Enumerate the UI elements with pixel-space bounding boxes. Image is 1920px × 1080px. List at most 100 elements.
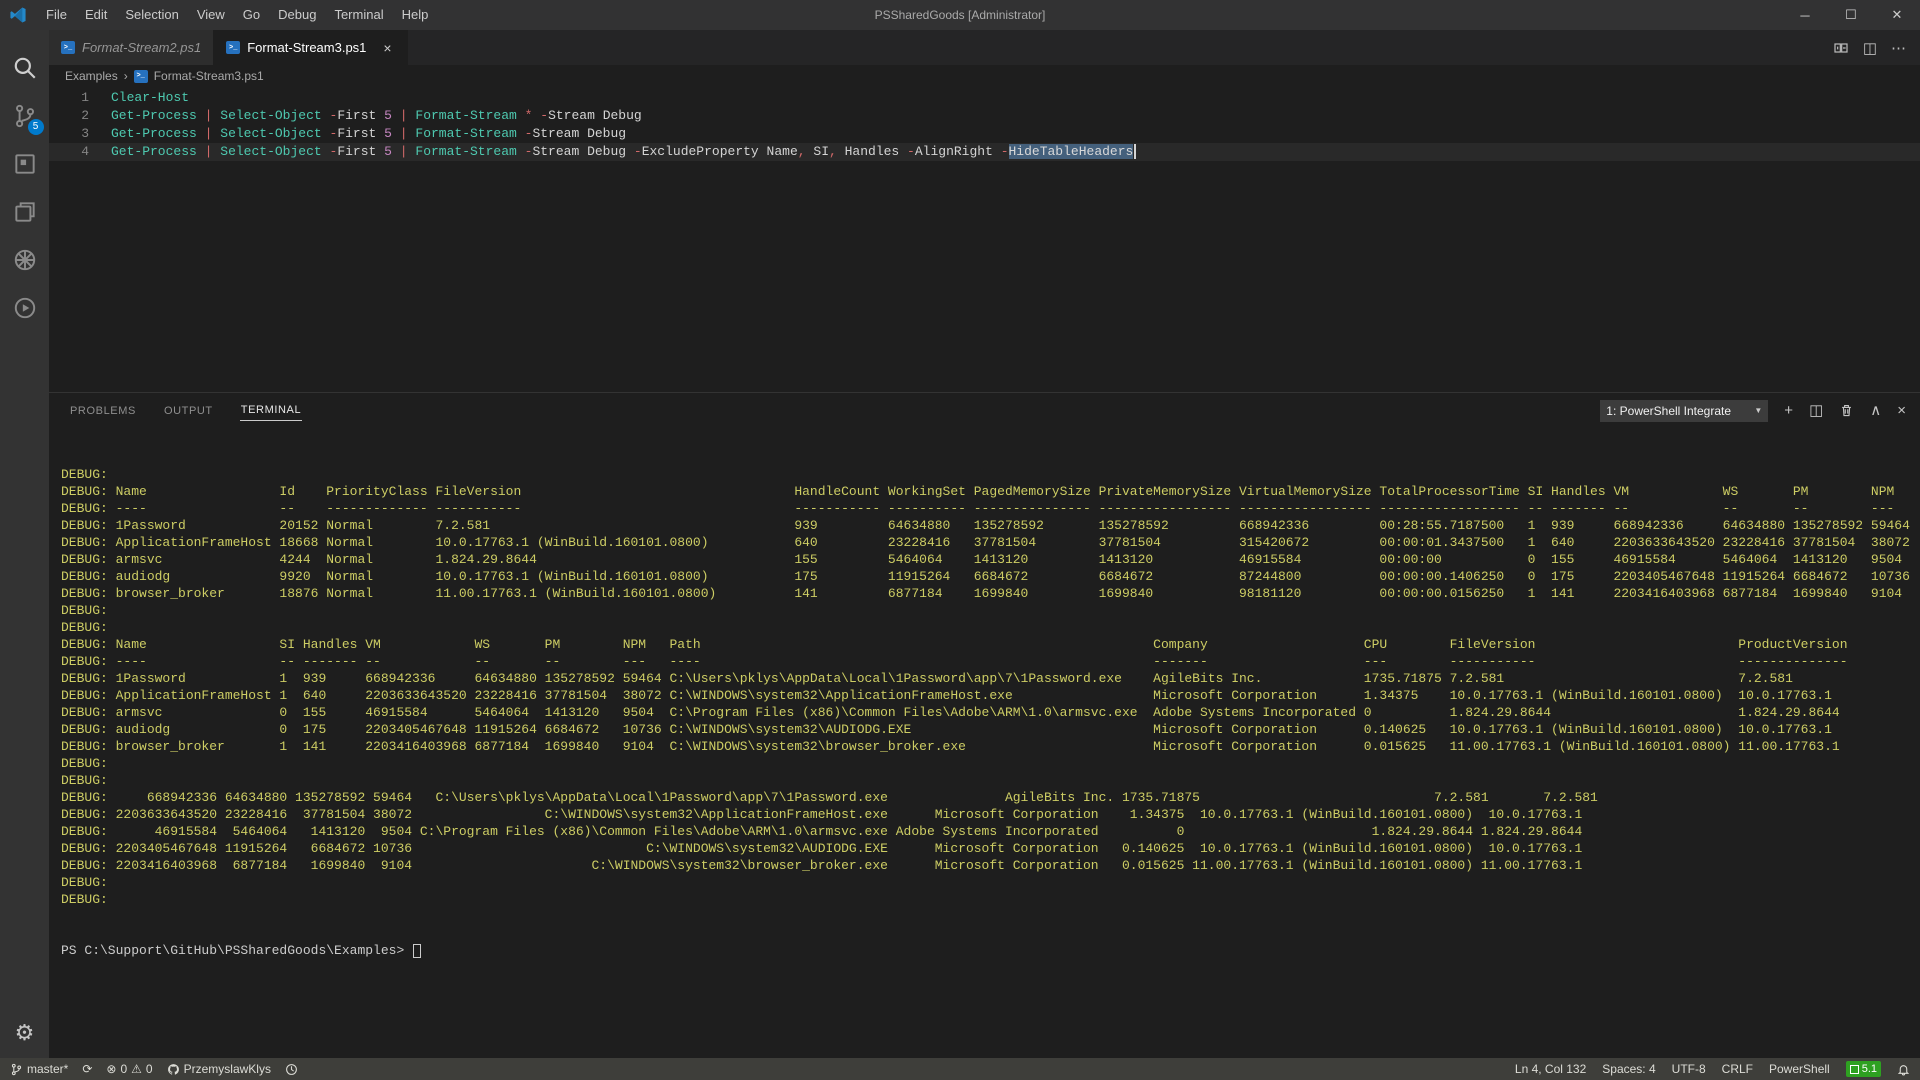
bottom-panel: PROBLEMS OUTPUT TERMINAL 1: PowerShell I… (49, 392, 1920, 1058)
tab-close-icon[interactable]: × (379, 40, 395, 56)
menu-selection[interactable]: Selection (116, 0, 187, 30)
github-icon (167, 1063, 180, 1076)
terminal-line: DEBUG: (61, 602, 1920, 619)
tab-problems[interactable]: PROBLEMS (69, 401, 137, 421)
menu-debug[interactable]: Debug (269, 0, 325, 30)
shell-selector-dropdown[interactable]: 1: PowerShell Integrate ▼ (1600, 400, 1768, 422)
shell-selector-value: 1: PowerShell Integrate (1606, 404, 1750, 418)
terminal-line: DEBUG: Name SI Handles VM WS PM NPM Path… (61, 636, 1920, 653)
menu-terminal[interactable]: Terminal (325, 0, 392, 30)
warning-icon: ⚠ (131, 1062, 142, 1076)
menu-go[interactable]: Go (234, 0, 269, 30)
powershell-file-icon: >_ (226, 41, 240, 54)
editor-cursor (1134, 144, 1136, 159)
split-terminal-icon[interactable]: ◫ (1809, 403, 1823, 418)
code-line[interactable]: 2Get-Process | Select-Object -First 5 | … (49, 107, 1920, 125)
breadcrumb-folder[interactable]: Examples (65, 69, 118, 83)
terminal-line: DEBUG: audiodg 0 175 2203405467648 11915… (61, 721, 1920, 738)
terminal-line: DEBUG: (61, 772, 1920, 789)
menu-view[interactable]: View (188, 0, 234, 30)
new-terminal-icon[interactable]: + (1784, 403, 1793, 418)
terminal-line: DEBUG: ---- -- ------- -- -- -- --- ----… (61, 653, 1920, 670)
terminal-cursor (413, 944, 421, 958)
clock-icon[interactable] (285, 1063, 298, 1076)
code-line[interactable]: 1Clear-Host (49, 89, 1920, 107)
menu-file[interactable]: File (37, 0, 76, 30)
tab-output[interactable]: OUTPUT (163, 401, 214, 421)
terminal-line: DEBUG: (61, 755, 1920, 772)
tab-label: Format-Stream2.ps1 (82, 40, 201, 55)
terminal-line: DEBUG: (61, 619, 1920, 636)
error-icon: ⊗ (106, 1062, 116, 1076)
terminal-prompt: PS C:\Support\GitHub\PSSharedGoods\Examp… (61, 942, 1920, 959)
source-control-icon[interactable]: 5 (1, 92, 49, 140)
terminal-line: DEBUG: 668942336 64634880 135278592 5946… (61, 789, 1920, 806)
tab-format-stream2[interactable]: >_ Format-Stream2.ps1 (49, 30, 214, 65)
close-icon[interactable]: ✕ (1874, 0, 1920, 30)
terminal-line: DEBUG: (61, 466, 1920, 483)
maximize-panel-icon[interactable]: ∧ (1870, 403, 1881, 418)
open-changes-icon[interactable] (1833, 40, 1849, 56)
run-circle-icon[interactable] (1, 284, 49, 332)
git-branch-status[interactable]: master* (10, 1062, 68, 1076)
terminal-line: DEBUG: 1Password 20152 Normal 7.2.581 93… (61, 517, 1920, 534)
settings-gear-icon[interactable]: ⚙ (15, 1020, 35, 1046)
terminal-output[interactable]: DEBUG:DEBUG: Name Id PriorityClass FileV… (49, 428, 1920, 1058)
git-branch-icon (10, 1063, 23, 1076)
terminal-line: DEBUG: Name Id PriorityClass FileVersion… (61, 483, 1920, 500)
terminal-line: DEBUG: (61, 874, 1920, 891)
terminal-line: DEBUG: browser_broker 1 141 220341640396… (61, 738, 1920, 755)
more-actions-icon[interactable]: ⋯ (1891, 39, 1906, 57)
menu-edit[interactable]: Edit (76, 0, 116, 30)
activity-bar: 5 ⚙ (0, 30, 49, 1058)
line-number: 1 (49, 89, 111, 107)
tab-bar: >_ Format-Stream2.ps1 >_ Format-Stream3.… (49, 30, 1920, 65)
tab-format-stream3[interactable]: >_ Format-Stream3.ps1 × (214, 30, 408, 65)
indentation-status[interactable]: Spaces: 4 (1602, 1062, 1655, 1076)
search-icon[interactable] (1, 44, 49, 92)
terminal-line: DEBUG: armsvc 0 155 46915584 5464064 141… (61, 704, 1920, 721)
code-line[interactable]: 3Get-Process | Select-Object -First 5 | … (49, 125, 1920, 143)
chevron-down-icon: ▼ (1754, 406, 1762, 415)
panel-header: PROBLEMS OUTPUT TERMINAL 1: PowerShell I… (49, 393, 1920, 428)
terminal-line: DEBUG: ---- -- ------------- -----------… (61, 500, 1920, 517)
menu-help[interactable]: Help (393, 0, 438, 30)
terminal-line: DEBUG: audiodg 9920 Normal 10.0.17763.1 … (61, 568, 1920, 585)
github-account[interactable]: PrzemyslawKlys (167, 1062, 271, 1076)
terminal-line: DEBUG: 1Password 1 939 668942336 6463488… (61, 670, 1920, 687)
source-control-badge: 5 (28, 119, 44, 135)
code-line[interactable]: 4Get-Process | Select-Object -First 5 | … (49, 143, 1920, 161)
minimize-icon[interactable]: ─ (1782, 0, 1828, 30)
analyzer-wheel-icon[interactable] (1, 236, 49, 284)
powershell-version-badge[interactable]: 5.1 (1846, 1061, 1881, 1077)
close-panel-icon[interactable]: × (1897, 403, 1906, 418)
cursor-position-status[interactable]: Ln 4, Col 132 (1515, 1062, 1586, 1076)
terminal-line: DEBUG: 2203405467648 11915264 6684672 10… (61, 840, 1920, 857)
sync-icon[interactable]: ⟳ (82, 1062, 92, 1076)
extension-icon[interactable] (1, 140, 49, 188)
eol-status[interactable]: CRLF (1722, 1062, 1753, 1076)
code-editor[interactable]: 1Clear-Host2Get-Process | Select-Object … (49, 87, 1920, 392)
maximize-icon[interactable]: ☐ (1828, 0, 1874, 30)
kill-terminal-trash-icon[interactable] (1839, 403, 1854, 418)
terminal-line: DEBUG: browser_broker 18876 Normal 11.00… (61, 585, 1920, 602)
breadcrumb-file[interactable]: Format-Stream3.ps1 (154, 69, 264, 83)
status-bar: master* ⟳ ⊗ 0 ⚠ 0 PrzemyslawKlys Ln 4, C… (0, 1058, 1920, 1080)
terminal-line: DEBUG: 2203633643520 23228416 37781504 3… (61, 806, 1920, 823)
split-editor-icon[interactable]: ◫ (1863, 39, 1877, 57)
language-mode-status[interactable]: PowerShell (1769, 1062, 1830, 1076)
files-icon[interactable] (1, 188, 49, 236)
terminal-line: DEBUG: ApplicationFrameHost 1 640 220363… (61, 687, 1920, 704)
problems-status[interactable]: ⊗ 0 ⚠ 0 (106, 1062, 152, 1076)
tab-terminal[interactable]: TERMINAL (240, 400, 302, 421)
powershell-file-icon: >_ (61, 41, 75, 54)
encoding-status[interactable]: UTF-8 (1672, 1062, 1706, 1076)
notifications-bell-icon[interactable] (1897, 1063, 1910, 1076)
chevron-right-icon: › (124, 69, 128, 83)
terminal-line: DEBUG: 2203416403968 6877184 1699840 910… (61, 857, 1920, 874)
terminal-line: DEBUG: armsvc 4244 Normal 1.824.29.8644 … (61, 551, 1920, 568)
tab-label: Format-Stream3.ps1 (247, 40, 366, 55)
breadcrumb[interactable]: Examples › >_ Format-Stream3.ps1 (49, 65, 1920, 87)
terminal-line: DEBUG: 46915584 5464064 1413120 9504 C:\… (61, 823, 1920, 840)
terminal-line: DEBUG: (61, 891, 1920, 908)
